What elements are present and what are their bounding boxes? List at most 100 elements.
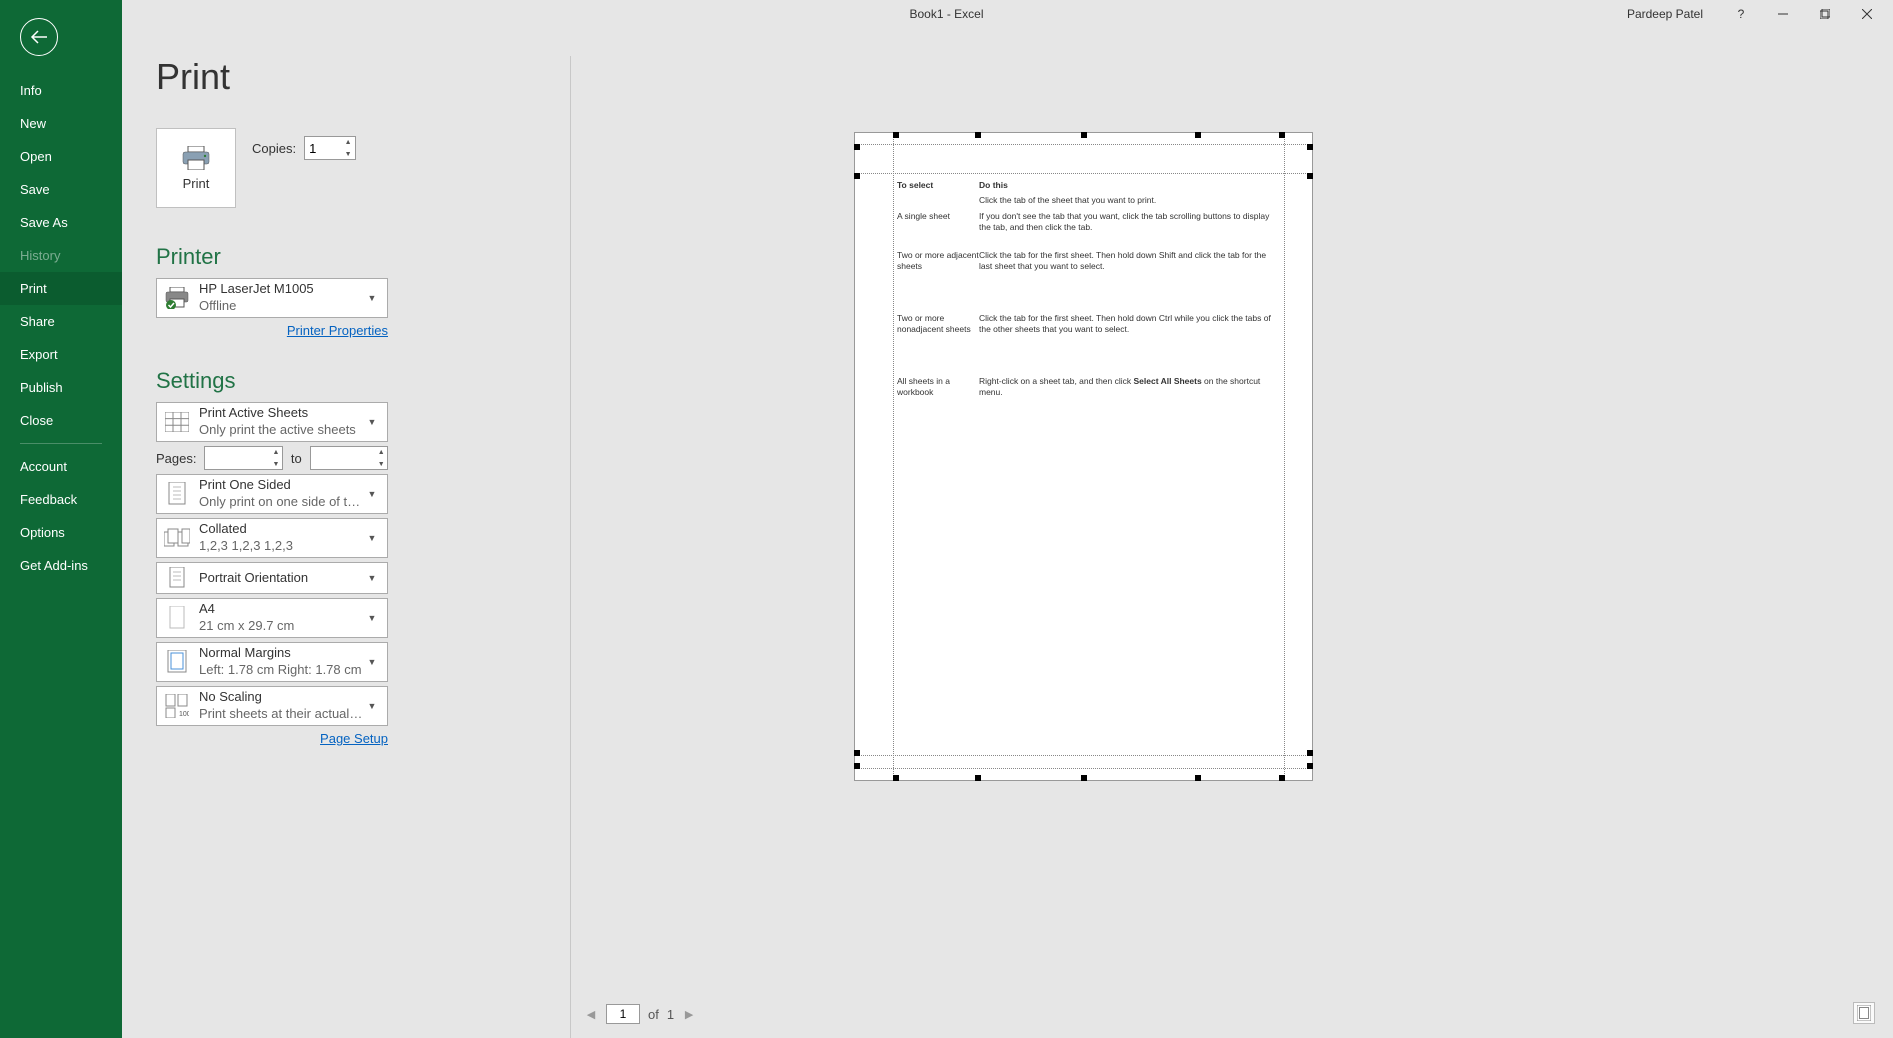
- sidebar-item-save-as[interactable]: Save As: [0, 206, 122, 239]
- chevron-down-icon: ▼: [363, 533, 381, 543]
- copies-spin-up[interactable]: ▲: [341, 136, 355, 148]
- sides-dropdown[interactable]: Print One SidedOnly print on one side of…: [156, 474, 388, 514]
- chevron-down-icon: ▼: [363, 701, 381, 711]
- sidebar-item-share[interactable]: Share: [0, 305, 122, 338]
- margin-guide[interactable]: [855, 144, 1312, 145]
- margin-handle[interactable]: [1279, 132, 1285, 138]
- scaling-icon: 100: [163, 692, 191, 720]
- sidebar-item-get-addins[interactable]: Get Add-ins: [0, 549, 122, 582]
- print-button-label: Print: [183, 176, 210, 191]
- prev-page-button[interactable]: ◀: [584, 1008, 598, 1021]
- page-setup-link[interactable]: Page Setup: [320, 731, 388, 746]
- of-label: of: [648, 1007, 659, 1022]
- sidebar-item-open[interactable]: Open: [0, 140, 122, 173]
- minimize-button[interactable]: [1763, 0, 1803, 28]
- user-name: Pardeep Patel: [1627, 7, 1703, 21]
- margin-handle[interactable]: [1307, 173, 1313, 179]
- pages-label: Pages:: [156, 451, 196, 466]
- restore-button[interactable]: [1805, 0, 1845, 28]
- pages-to-label: to: [291, 451, 302, 466]
- chevron-down-icon: ▼: [363, 293, 381, 303]
- pages-from-input[interactable]: [205, 451, 270, 466]
- margin-handle[interactable]: [893, 132, 899, 138]
- main-area: Print Print Copies: ▲▼ P: [122, 28, 1893, 1038]
- chevron-down-icon: ▼: [363, 417, 381, 427]
- collate-dropdown[interactable]: Collated1,2,3 1,2,3 1,2,3 ▼: [156, 518, 388, 558]
- chevron-down-icon: ▼: [363, 573, 381, 583]
- sheets-icon: [163, 408, 191, 436]
- chevron-down-icon: ▼: [363, 613, 381, 623]
- print-button[interactable]: Print: [156, 128, 236, 208]
- margins-icon: [163, 648, 191, 676]
- margin-guide[interactable]: [855, 755, 1312, 756]
- scaling-dropdown[interactable]: 100 No ScalingPrint sheets at their actu…: [156, 686, 388, 726]
- margin-guide[interactable]: [893, 133, 894, 780]
- margin-handle[interactable]: [975, 132, 981, 138]
- copies-spinbox[interactable]: ▲▼: [304, 136, 356, 160]
- page-title: Print: [156, 56, 1893, 98]
- sidebar-item-history: History: [0, 239, 122, 272]
- close-button[interactable]: [1847, 0, 1887, 28]
- orientation-dropdown[interactable]: Portrait Orientation ▼: [156, 562, 388, 594]
- copies-input[interactable]: [305, 141, 341, 156]
- pages-from-spinbox[interactable]: ▲▼: [204, 446, 282, 470]
- margin-handle[interactable]: [893, 775, 899, 781]
- page-navigator: ◀ of 1 ▶: [584, 1004, 696, 1024]
- printer-dropdown[interactable]: HP LaserJet M1005 Offline ▼: [156, 278, 388, 318]
- margin-handle[interactable]: [854, 750, 860, 756]
- pages-to-spinbox[interactable]: ▲▼: [310, 446, 388, 470]
- margin-handle[interactable]: [1307, 144, 1313, 150]
- margin-handle[interactable]: [854, 144, 860, 150]
- sidebar-item-export[interactable]: Export: [0, 338, 122, 371]
- sidebar-item-feedback[interactable]: Feedback: [0, 483, 122, 516]
- margin-handle[interactable]: [1307, 763, 1313, 769]
- sidebar-item-account[interactable]: Account: [0, 450, 122, 483]
- printer-properties-link[interactable]: Printer Properties: [287, 323, 388, 338]
- printer-section-head: Printer: [156, 244, 388, 270]
- margin-guide[interactable]: [855, 173, 1312, 174]
- sidebar-item-new[interactable]: New: [0, 107, 122, 140]
- margin-handle[interactable]: [1081, 132, 1087, 138]
- next-page-button[interactable]: ▶: [682, 1008, 696, 1021]
- page-icon: [163, 604, 191, 632]
- printer-icon: [181, 146, 211, 170]
- one-sided-icon: [163, 480, 191, 508]
- margin-guide[interactable]: [1284, 133, 1285, 780]
- preview-content: To selectDo this Click the tab of the sh…: [897, 180, 1281, 750]
- sidebar-item-publish[interactable]: Publish: [0, 371, 122, 404]
- chevron-down-icon: ▼: [363, 657, 381, 667]
- sidebar-item-save[interactable]: Save: [0, 173, 122, 206]
- sidebar-item-options[interactable]: Options: [0, 516, 122, 549]
- help-button[interactable]: ?: [1721, 0, 1761, 28]
- printer-status-icon: [163, 284, 191, 312]
- margin-handle[interactable]: [1081, 775, 1087, 781]
- paper-size-dropdown[interactable]: A421 cm x 29.7 cm ▼: [156, 598, 388, 638]
- copies-spin-down[interactable]: ▼: [341, 148, 355, 160]
- margin-handle[interactable]: [1195, 132, 1201, 138]
- margin-guide[interactable]: [855, 768, 1312, 769]
- back-button[interactable]: [20, 18, 58, 56]
- chevron-down-icon: ▼: [363, 489, 381, 499]
- margin-handle[interactable]: [1195, 775, 1201, 781]
- backstage-sidebar: Info New Open Save Save As History Print…: [0, 0, 122, 1038]
- sidebar-item-print[interactable]: Print: [0, 272, 122, 305]
- printer-name: HP LaserJet M1005: [199, 281, 363, 298]
- titlebar: Book1 - Excel Pardeep Patel ?: [0, 0, 1893, 28]
- current-page-input[interactable]: [606, 1004, 640, 1024]
- show-margins-button[interactable]: [1853, 1002, 1875, 1024]
- copies-label: Copies:: [252, 141, 296, 156]
- total-pages: 1: [667, 1007, 674, 1022]
- margin-handle[interactable]: [975, 775, 981, 781]
- margin-handle[interactable]: [854, 763, 860, 769]
- pages-to-input[interactable]: [311, 451, 376, 466]
- margins-toggle-icon: [1857, 1005, 1871, 1021]
- window-title: Book1 - Excel: [909, 7, 983, 21]
- margin-handle[interactable]: [854, 173, 860, 179]
- margins-dropdown[interactable]: Normal MarginsLeft: 1.78 cm Right: 1.78 …: [156, 642, 388, 682]
- margin-handle[interactable]: [1307, 750, 1313, 756]
- sidebar-item-info[interactable]: Info: [0, 74, 122, 107]
- print-what-dropdown[interactable]: Print Active SheetsOnly print the active…: [156, 402, 388, 442]
- margin-handle[interactable]: [1279, 775, 1285, 781]
- arrow-left-icon: [30, 30, 48, 44]
- sidebar-item-close[interactable]: Close: [0, 404, 122, 437]
